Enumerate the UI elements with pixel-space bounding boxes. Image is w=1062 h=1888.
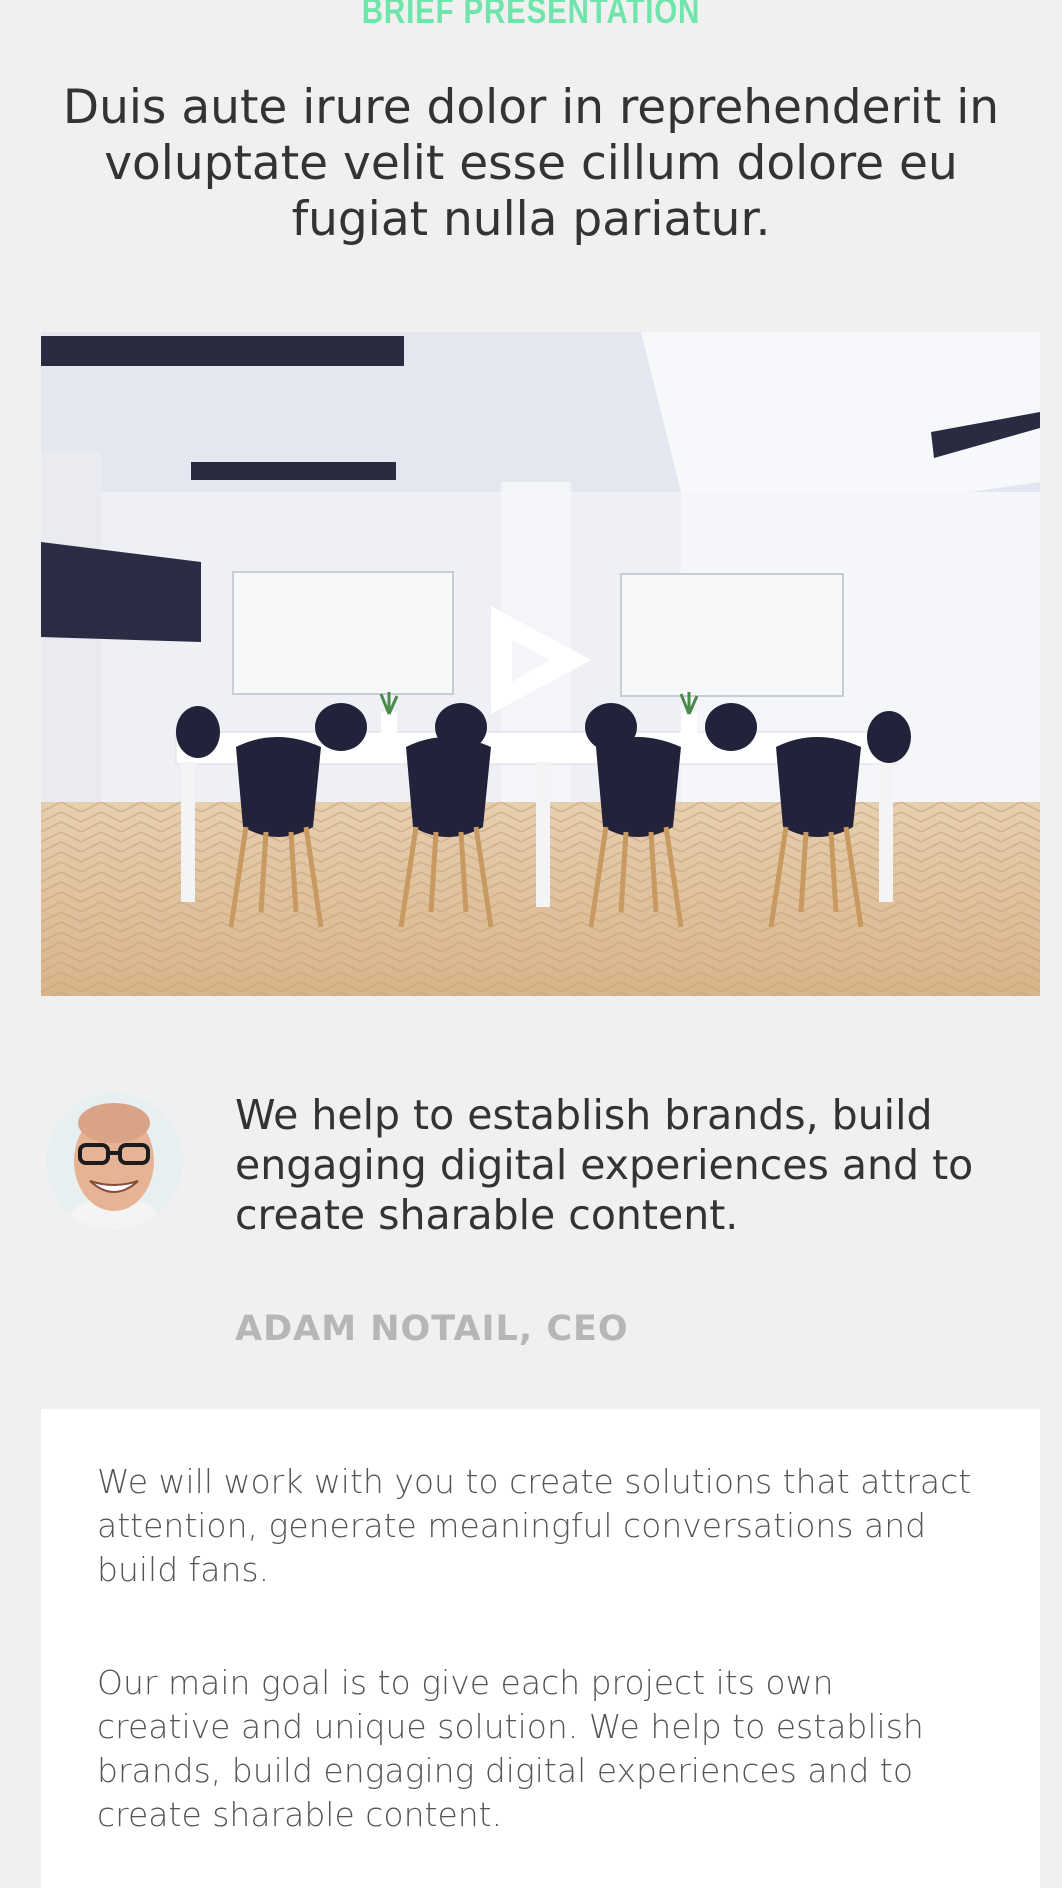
testimonial-quote: We help to establish brands, build engag… <box>235 1091 974 1239</box>
play-icon[interactable] <box>486 602 596 722</box>
about-paragraph: Our main goal is to give each project it… <box>97 1663 924 1834</box>
testimonial-author: ADAM NOTAIL, CEO <box>235 1309 629 1349</box>
about-paragraph: We will work with you to create solution… <box>97 1462 972 1589</box>
section-headline: Duis aute irure dolor in reprehenderit i… <box>62 80 1000 247</box>
about-card: We will work with you to create solution… <box>41 1409 1040 1888</box>
section-eyebrow: BRIEF PRESENTATION <box>361 0 701 31</box>
avatar <box>46 1093 183 1230</box>
